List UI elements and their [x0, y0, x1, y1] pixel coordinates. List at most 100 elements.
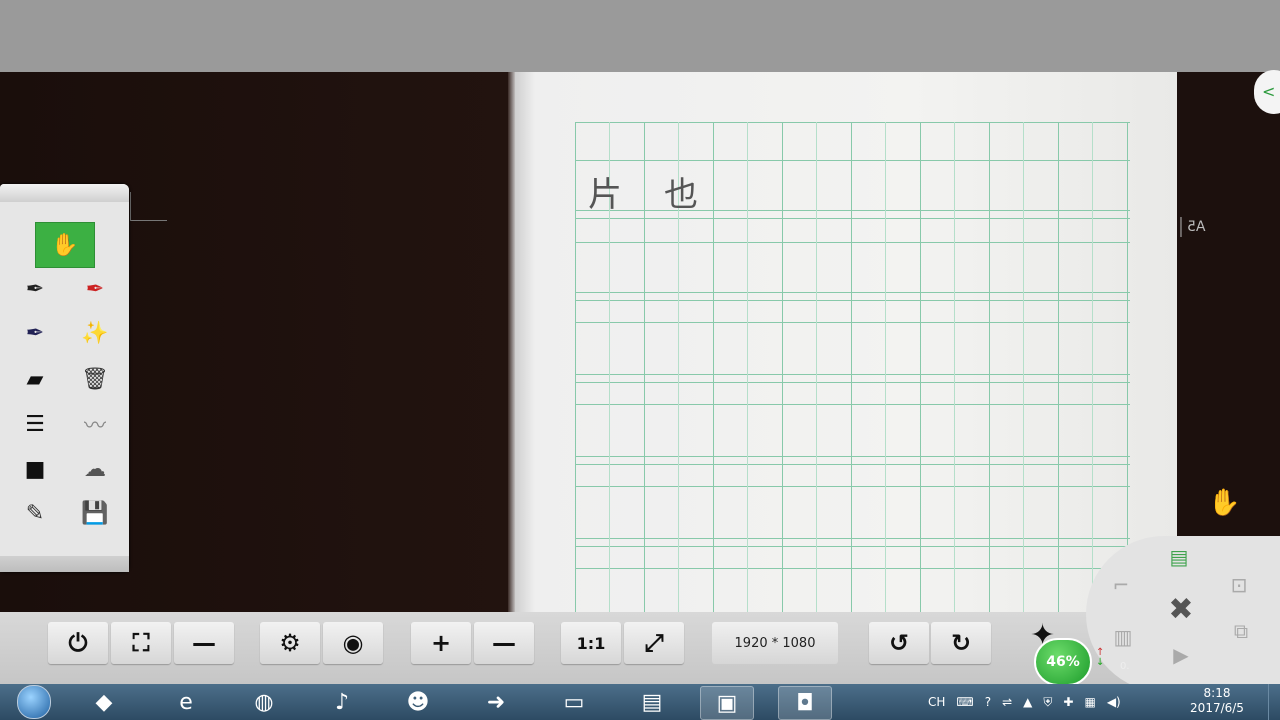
download-arrow-icon: ↓	[1096, 657, 1105, 668]
windows-taskbar: ◆ e ◍ ♪ ☻ ➜ ▭ ▤ ▣ ◘ CH ⌨ ? ⇌ ▲ ⛨ ✚ ▦ ◀) 8:18 2017…	[0, 684, 1280, 720]
camera-button[interactable]: ◉	[323, 622, 383, 664]
grid-line	[644, 122, 645, 612]
grid-line	[575, 292, 1130, 293]
help-icon[interactable]: ?	[985, 695, 991, 709]
image-edit-button[interactable]: ✎	[13, 494, 57, 532]
annotation-toolbox: ✋ ✒ ✒ ✒ ✨ ▰ 🗑 ☰ 〰 ■ ☁ ✎ 💾	[0, 184, 129, 572]
network-speed: ↑ ↓	[1096, 648, 1104, 668]
grid-line	[1127, 122, 1128, 612]
toolbox-header[interactable]	[0, 184, 129, 202]
grid-line	[575, 568, 1130, 569]
taskbar-app-qq[interactable]: ☻	[392, 686, 444, 718]
taskbar-app-camera[interactable]: ◘	[778, 686, 832, 720]
eraser-button[interactable]: ▰	[13, 360, 57, 398]
grid-midline	[954, 122, 955, 612]
show-desktop-button[interactable]	[1268, 684, 1280, 720]
grid-line	[989, 122, 990, 612]
magic-wand-button[interactable]: ✨	[73, 314, 117, 352]
clear-all-button[interactable]: 🗑	[73, 360, 117, 398]
mode-compare-button[interactable]: ⧉	[1222, 616, 1260, 646]
grid-line	[575, 486, 1130, 487]
usb-icon[interactable]: ⇌	[1002, 695, 1012, 709]
taskbar-app-kuwo[interactable]: ♪	[316, 686, 368, 718]
fit-window-button[interactable]: ⤢	[624, 622, 684, 664]
rotate-left-button[interactable]: ↺	[869, 622, 929, 664]
rectangle-button[interactable]: ■	[13, 450, 57, 488]
mode-slides-button[interactable]: ▥	[1104, 622, 1142, 652]
camera-preview[interactable]: 片 也 A5	[0, 72, 1280, 612]
hand-tool-button[interactable]: ✋	[35, 222, 95, 268]
pen-red-button[interactable]: ✒	[73, 270, 117, 308]
volume-icon[interactable]: ◀)	[1107, 695, 1121, 709]
taskbar-app-360[interactable]: ◍	[238, 686, 290, 718]
network-speed-value: 0.	[1120, 661, 1130, 672]
hand-icon: ✋	[51, 232, 79, 258]
taskbar-app-explorer[interactable]: ▤	[626, 686, 678, 718]
pen-red-icon: ✒	[85, 276, 105, 302]
grid-line	[575, 374, 1130, 375]
360-browser-icon: ◍	[254, 689, 274, 715]
fullscreen-icon: ⛶	[132, 629, 150, 657]
mode-layers-button[interactable]: ▤	[1160, 542, 1198, 572]
internet-explorer-icon: e	[179, 689, 193, 715]
line-style-button[interactable]: 〰	[73, 405, 117, 443]
paper-size-mark: A5	[1180, 217, 1212, 237]
minimize-button[interactable]: —	[174, 622, 234, 664]
taskbar-app-ppt[interactable]: ▭	[548, 686, 600, 718]
grid-line	[575, 122, 576, 612]
taskbar-app-ie[interactable]: e	[160, 686, 212, 718]
plus-icon: +	[430, 629, 452, 657]
cloud-icon: ☁	[84, 456, 106, 482]
shapes-button[interactable]: ☁	[73, 450, 117, 488]
zoom-in-button[interactable]: +	[411, 622, 471, 664]
grid-line	[575, 300, 1130, 301]
save-button[interactable]: 💾	[73, 494, 117, 532]
pen-black-button[interactable]: ✒	[13, 270, 57, 308]
fullscreen-button[interactable]: ⛶	[111, 622, 171, 664]
clock-date: 2017/6/5	[1190, 701, 1244, 715]
settings-button[interactable]: ⚙	[260, 622, 320, 664]
line-width-icon: ☰	[25, 411, 45, 437]
start-button[interactable]	[12, 684, 56, 720]
close-menu-button[interactable]: ✖	[1160, 590, 1202, 628]
plugin-icon[interactable]: ✚	[1063, 695, 1073, 709]
windows-logo-icon	[17, 685, 51, 719]
grid-line	[575, 210, 1130, 211]
system-clock[interactable]: 8:18 2017/6/5	[1176, 686, 1258, 716]
grid-midline	[1023, 122, 1024, 612]
mode-document-camera-button[interactable]: ⌐	[1102, 570, 1140, 600]
show-hidden-icons-arrow[interactable]: ▲	[1023, 695, 1032, 709]
taskbar-app-tv[interactable]: ▣	[700, 686, 754, 720]
handwritten-character-2: 也	[664, 175, 698, 215]
pen-blue-button[interactable]: ✒	[13, 314, 57, 352]
mode-capture-button[interactable]: ⊡	[1220, 570, 1258, 600]
zoom-out-button[interactable]: —	[474, 622, 534, 664]
grid-line	[575, 538, 1130, 539]
language-indicator[interactable]: CH	[928, 695, 945, 709]
network-icon[interactable]: ▦	[1084, 695, 1095, 709]
taskbar-app-qq-browser[interactable]: ◆	[78, 686, 130, 718]
cpu-usage-badge[interactable]: 46%	[1034, 638, 1092, 686]
actual-size-button[interactable]: 1:1	[561, 622, 621, 664]
grid-midline	[885, 122, 886, 612]
taskbar-app-green[interactable]: ➜	[470, 686, 522, 718]
one-to-one-label: 1:1	[576, 633, 606, 653]
background-mark	[130, 192, 167, 221]
keyboard-icon[interactable]: ⌨	[956, 695, 973, 709]
grid-line	[575, 242, 1130, 243]
rotate-right-button[interactable]: ↻	[931, 622, 991, 664]
rectangle-icon: ■	[24, 456, 46, 482]
power-button[interactable]: ⏻	[48, 622, 108, 664]
resolution-display[interactable]: 1920 * 1080	[712, 622, 838, 664]
pen-blue-icon: ✒	[25, 320, 45, 346]
grid-line	[713, 122, 714, 612]
line-thick-button[interactable]: ☰	[13, 405, 57, 443]
security-shield-icon[interactable]: ⛨	[1043, 695, 1052, 710]
grid-line	[920, 122, 921, 612]
eraser-icon: ▰	[26, 366, 44, 392]
compare-icon: ⧉	[1233, 619, 1249, 643]
grid-midline	[747, 122, 748, 612]
document-camera-icon: ⌐	[1112, 573, 1130, 597]
system-tray: CH ⌨ ? ⇌ ▲ ⛨ ✚ ▦ ◀)	[928, 684, 1132, 720]
mode-video-button[interactable]: ▶	[1162, 640, 1200, 670]
